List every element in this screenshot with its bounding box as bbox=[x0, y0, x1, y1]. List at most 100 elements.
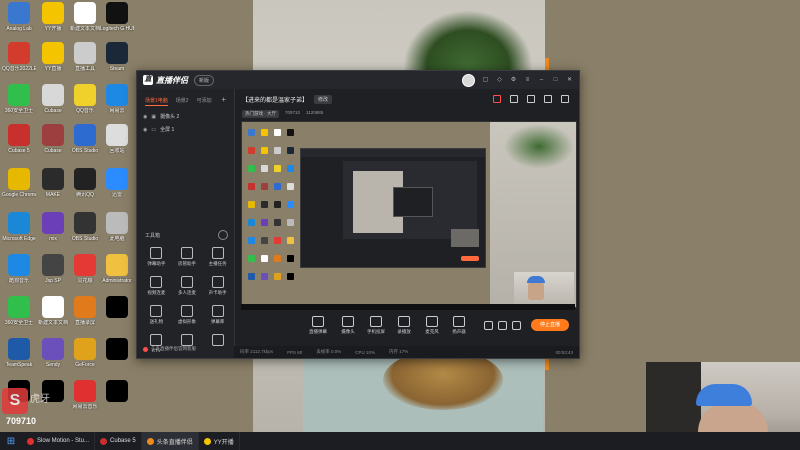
tool-item[interactable]: 视频连麦 bbox=[141, 276, 172, 296]
message-icon[interactable]: ▢ bbox=[482, 77, 489, 84]
taskbar-app[interactable]: Slow Motion - Stu... bbox=[22, 432, 96, 450]
desktop-icon[interactable]: Logitech G HUB bbox=[100, 2, 134, 32]
avatar[interactable] bbox=[462, 73, 475, 87]
eye-icon[interactable]: ◉ bbox=[143, 114, 147, 120]
desktop-icon[interactable]: TeamSpeak bbox=[2, 338, 36, 368]
desktop-icon[interactable]: QQ音乐 bbox=[68, 84, 102, 114]
desktop-icon[interactable]: Cubase bbox=[36, 124, 70, 154]
preview-desktop-icon bbox=[274, 219, 281, 226]
preview-webcam-overlay[interactable] bbox=[514, 272, 574, 308]
desktop-icon[interactable]: 360安全卫士 bbox=[2, 296, 36, 326]
desktop-icon[interactable]: 直播工具 bbox=[68, 42, 102, 72]
desktop-icon[interactable]: Cubase bbox=[36, 84, 70, 114]
desktop-icon[interactable]: Steam bbox=[100, 42, 134, 72]
add-source-icon[interactable]: + bbox=[221, 95, 226, 104]
menu-icon[interactable]: ≡ bbox=[524, 77, 531, 84]
folder-icon[interactable] bbox=[527, 95, 535, 103]
desktop-icon[interactable] bbox=[100, 296, 134, 320]
desktop-icon[interactable]: OBS Studio bbox=[68, 124, 102, 154]
desktop-icon[interactable]: OBS Studio bbox=[68, 212, 102, 242]
desktop-icon[interactable]: QQ音乐2022LED bbox=[2, 42, 36, 72]
close-icon[interactable]: ✕ bbox=[566, 77, 573, 84]
tool-item[interactable]: 主播任务 bbox=[202, 247, 233, 267]
taskbar-app[interactable]: YY开播 bbox=[199, 432, 240, 450]
record-icon[interactable] bbox=[484, 321, 493, 330]
control-button[interactable]: 直播弹幕 bbox=[303, 316, 333, 335]
desktop-icon[interactable]: 新建文本文档 bbox=[36, 296, 70, 326]
desktop-icon[interactable]: 迅雷 bbox=[100, 168, 134, 198]
scene-item[interactable]: ◉ ▭ 全屏 1 bbox=[137, 123, 234, 136]
desktop-icon[interactable]: Google Chrome bbox=[2, 168, 36, 198]
version-badge[interactable]: 新版 bbox=[194, 74, 215, 86]
desktop-icon[interactable]: Cubase 5 bbox=[2, 124, 36, 154]
control-button[interactable]: 麦克风 bbox=[417, 316, 447, 335]
desktop-icon[interactable]: Sendy bbox=[36, 338, 70, 368]
desktop-icon[interactable]: Jsp SP bbox=[36, 254, 70, 284]
scene-item[interactable]: ◉ ▣ 摄像头 2 bbox=[137, 110, 234, 123]
tool-label: 弹幕助手 bbox=[147, 261, 166, 266]
desktop-icon[interactable]: Administrator bbox=[100, 254, 134, 284]
desktop-icon[interactable]: MAKE bbox=[36, 168, 70, 198]
desktop-icon[interactable]: 此电脑 bbox=[100, 212, 134, 242]
control-button[interactable]: 手机投屏 bbox=[361, 316, 391, 335]
bottom-note[interactable]: 头条直播伴侣官网客服 bbox=[143, 346, 196, 352]
tab-scene-2[interactable]: 场景2 bbox=[176, 97, 189, 106]
desktop-icon[interactable]: 腾讯QQ bbox=[68, 168, 102, 198]
desktop-icon[interactable]: 回收站 bbox=[100, 124, 134, 154]
desktop-icon[interactable]: 360安全卫士 bbox=[2, 84, 36, 114]
toolbox-grid: 弹幕助手 房管助手 主播任务 视频连麦 多人连麦 声卡助手 送礼物 虚拟形象 弹幕库 KTV bbox=[141, 247, 233, 353]
desktop-icon[interactable]: Analog Lab bbox=[2, 2, 36, 32]
desktop-icon[interactable]: Microsoft Edge bbox=[2, 212, 36, 242]
control-button[interactable]: 扬声器 bbox=[444, 316, 474, 335]
desktop-icon[interactable]: 网易云音乐 bbox=[68, 380, 102, 410]
desktop-app-icon bbox=[42, 338, 64, 360]
desktop-icon[interactable]: 直播录屏 bbox=[68, 296, 102, 326]
tool-item[interactable]: 声卡助手 bbox=[202, 276, 233, 296]
stop-live-button[interactable]: 停止直播 bbox=[531, 319, 569, 331]
tool-label: 主播任务 bbox=[208, 261, 227, 266]
windows-taskbar: ⊞ Slow Motion - Stu... Cubase 5 头条直播伴侣 YY开播 bbox=[0, 432, 800, 450]
control-button[interactable]: 录播放 bbox=[389, 316, 419, 335]
tool-item[interactable]: 送礼物 bbox=[141, 305, 172, 325]
share-icon[interactable] bbox=[561, 95, 569, 103]
desktop-icon[interactable]: 同花顺 bbox=[68, 254, 102, 284]
tool-item[interactable]: 多人连麦 bbox=[172, 276, 203, 296]
tool-item[interactable]: 弹幕助手 bbox=[141, 247, 172, 267]
settings-icon[interactable] bbox=[512, 321, 521, 330]
desktop-icon[interactable]: 网易云 bbox=[100, 84, 134, 114]
edit-title-button[interactable]: 修改 bbox=[314, 95, 333, 104]
tool-item[interactable]: 弹幕库 bbox=[202, 305, 233, 325]
desktop-icon[interactable] bbox=[100, 380, 134, 404]
toolbox-title: 工具箱 bbox=[145, 233, 161, 239]
control-button[interactable]: 摄像头 bbox=[333, 316, 363, 335]
tool-item[interactable]: 房管助手 bbox=[172, 247, 203, 267]
desktop-icon[interactable]: 新建文本文档 bbox=[68, 2, 102, 32]
desktop-icon[interactable]: YY直播 bbox=[36, 42, 70, 72]
maximize-icon[interactable]: □ bbox=[552, 77, 559, 84]
taskbar-app[interactable]: Cubase 5 bbox=[95, 432, 142, 450]
tab-add-scene[interactable]: 可添加 bbox=[197, 97, 212, 106]
desktop-icon[interactable] bbox=[100, 338, 134, 362]
settings-icon[interactable]: ⚙ bbox=[510, 77, 517, 84]
toolbox-collapse-icon[interactable] bbox=[218, 230, 228, 240]
taskbar-app[interactable]: 头条直播伴侣 bbox=[141, 432, 199, 450]
desktop-icon[interactable]: mix bbox=[36, 212, 70, 242]
desktop-icon-label: Microsoft Edge bbox=[2, 236, 36, 242]
desktop-icon[interactable]: 酷狗音乐 bbox=[2, 254, 36, 284]
lock-icon[interactable] bbox=[510, 95, 518, 103]
tool-item[interactable] bbox=[202, 334, 233, 353]
eye-icon[interactable] bbox=[498, 321, 507, 330]
bell-icon[interactable] bbox=[544, 95, 552, 103]
desktop-icon[interactable]: GeForce bbox=[68, 338, 102, 368]
tool-item[interactable]: 虚拟形象 bbox=[172, 305, 203, 325]
preview-desktop-icon bbox=[287, 129, 294, 136]
gift-icon[interactable] bbox=[493, 95, 501, 103]
minimize-icon[interactable]: – bbox=[538, 77, 545, 84]
skin-icon[interactable]: ◇ bbox=[496, 77, 503, 84]
category-badge[interactable]: 热门游戏 · 大厅 bbox=[242, 110, 279, 118]
desktop-app-icon bbox=[42, 124, 64, 146]
tab-scene-1[interactable]: 场景1电脑 bbox=[145, 97, 168, 106]
windows-start-icon[interactable]: ⊞ bbox=[0, 436, 22, 447]
desktop-icon[interactable]: YY开播 bbox=[36, 2, 70, 32]
eye-icon[interactable]: ◉ bbox=[143, 127, 147, 133]
